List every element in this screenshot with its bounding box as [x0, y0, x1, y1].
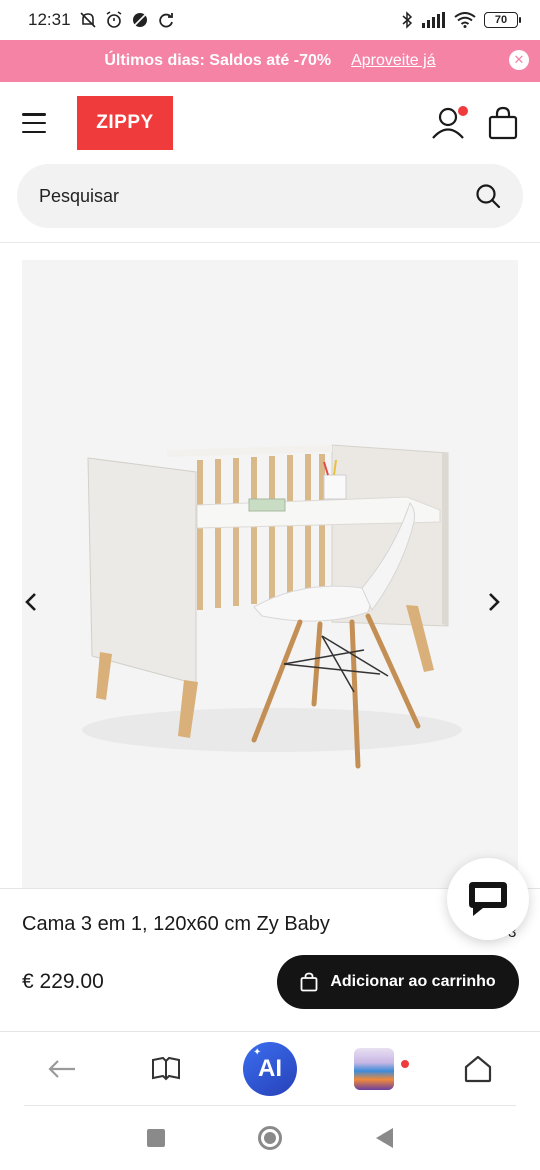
alarm-icon — [106, 11, 121, 28]
add-to-cart-button[interactable]: Adicionar ao carrinho — [277, 955, 519, 1009]
search-input[interactable] — [39, 185, 475, 207]
home-icon — [464, 1055, 492, 1083]
status-left: 12:31 — [28, 10, 175, 30]
promo-link[interactable]: Aproveite já — [351, 52, 436, 70]
tabs-thumbnail-icon — [354, 1048, 394, 1090]
notification-dot — [401, 1060, 409, 1068]
sync-icon — [158, 13, 173, 28]
back-arrow-icon — [48, 1060, 75, 1078]
header-actions — [430, 105, 518, 141]
status-right: 70 — [400, 11, 521, 29]
menu-icon[interactable] — [22, 113, 46, 133]
site-logo[interactable]: ZIPPY — [77, 96, 173, 150]
wifi-icon — [454, 12, 476, 28]
gallery-next-button[interactable] — [487, 592, 517, 622]
system-navigation — [0, 1106, 540, 1170]
divider — [0, 242, 540, 243]
reading-mode-icon — [152, 1056, 180, 1081]
back-triangle-icon[interactable] — [376, 1128, 394, 1148]
product-title: Cama 3 em 1, 120x60 cm Zy Baby — [22, 913, 330, 935]
status-time: 12:31 — [28, 10, 71, 29]
reading-mode-button[interactable] — [136, 1039, 196, 1099]
shopping-bag-icon — [488, 106, 518, 140]
status-bar: 12:31 70 — [0, 0, 540, 40]
search-bar[interactable] — [17, 164, 523, 228]
home-circle-icon[interactable] — [258, 1126, 283, 1150]
data-saver-icon — [132, 13, 147, 27]
browser-back-button[interactable] — [32, 1039, 92, 1099]
chevron-right-icon — [489, 593, 500, 611]
product-price: € 229.00 — [22, 970, 104, 993]
recents-square-icon[interactable] — [146, 1129, 165, 1147]
ai-label: AI — [258, 1055, 282, 1082]
muted-bell-icon — [79, 12, 96, 28]
ai-assistant-icon: ✦ AI — [243, 1042, 297, 1096]
site-header: ZIPPY — [0, 82, 540, 164]
search-icon[interactable] — [475, 183, 501, 209]
tabs-button[interactable] — [344, 1039, 404, 1099]
bluetooth-icon — [402, 11, 413, 29]
chat-button[interactable] — [447, 858, 529, 940]
product-image — [82, 444, 462, 769]
browser-home-button[interactable] — [448, 1039, 508, 1099]
notification-dot — [458, 106, 468, 116]
ai-assistant-button[interactable]: ✦ AI — [240, 1039, 300, 1099]
chevron-left-icon — [25, 593, 36, 611]
chat-bubble-icon — [469, 882, 507, 916]
battery-indicator: 70 — [484, 12, 521, 28]
signal-icon — [422, 12, 445, 28]
product-image-gallery[interactable] — [22, 260, 518, 888]
cart-button[interactable] — [488, 106, 518, 140]
promo-text: Últimos dias: Saldos até -70% — [104, 52, 332, 69]
close-icon[interactable]: ✕ — [509, 50, 529, 70]
promo-banner: Últimos dias: Saldos até -70% Aproveite … — [0, 40, 540, 82]
gallery-prev-button[interactable] — [24, 592, 54, 622]
shopping-bag-icon — [300, 972, 318, 992]
user-account-button[interactable] — [430, 105, 468, 141]
browser-toolbar: ✦ AI — [0, 1032, 540, 1106]
add-to-cart-label: Adicionar ao carrinho — [330, 973, 496, 990]
